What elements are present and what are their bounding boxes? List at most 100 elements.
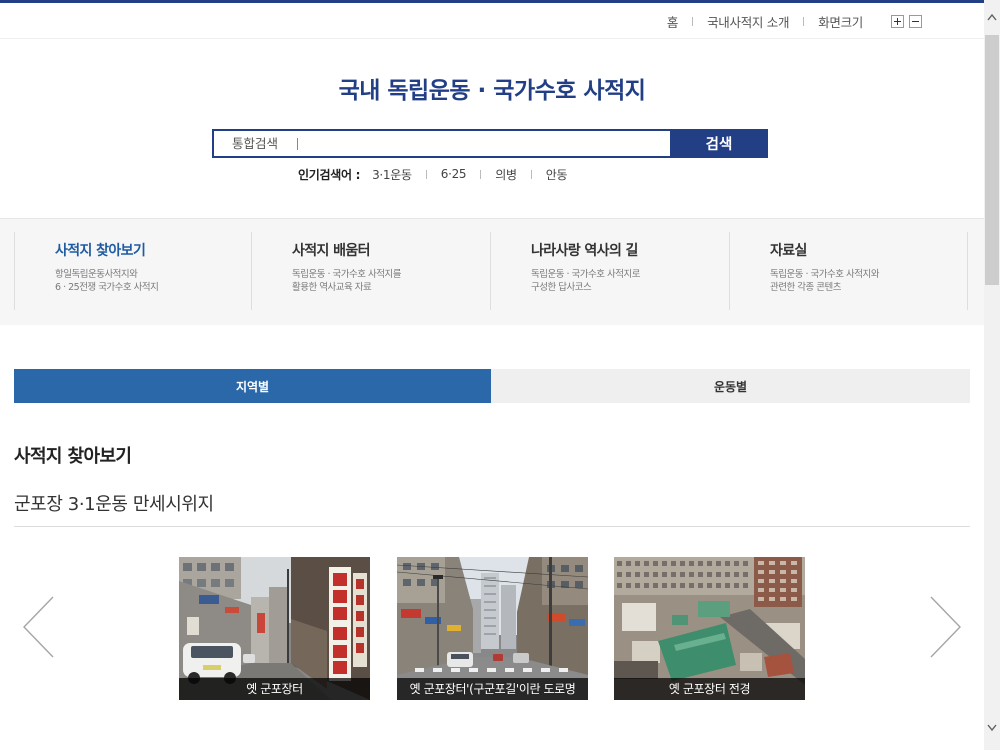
photo-crosswalk <box>541 668 550 672</box>
photo-window <box>707 572 712 577</box>
photo-window <box>225 579 234 587</box>
photo-window <box>698 583 703 588</box>
site-title[interactable]: 국내 독립운동 · 국가수호 사적지 <box>0 76 984 106</box>
scroll-up-arrow-stroke <box>987 13 997 21</box>
search-button[interactable]: 검색 <box>670 129 768 158</box>
photo-window <box>484 577 496 579</box>
home-link[interactable]: 홈 <box>667 12 679 31</box>
main-menu: 사적지 찾아보기 항일독립운동사적지와 6 · 25전쟁 국가수호 사적지 사적… <box>14 232 968 310</box>
photo-window <box>680 572 685 577</box>
popular-keywords-label: 인기검색어 : <box>298 167 361 182</box>
gallery-caption: 옛 군포장터 <box>179 678 370 700</box>
photo-window <box>653 583 658 588</box>
photo-window <box>662 561 667 566</box>
plus-icon <box>892 16 903 27</box>
menu-item-description-line: 관련한 각종 콘텐츠 <box>770 282 841 293</box>
photo-car-window <box>451 654 469 659</box>
photo-signboard <box>225 607 239 613</box>
chevron-left-stroke <box>23 596 54 658</box>
screen-size-label: 화면크기 <box>818 14 863 30</box>
photo-window <box>211 563 220 571</box>
photo-pole <box>437 575 439 669</box>
photo-window <box>417 579 425 586</box>
popular-keyword[interactable]: 안동 <box>546 166 568 183</box>
chevron-left-icon <box>23 596 54 658</box>
site-intro-link[interactable]: 국내사적지 소개 <box>707 12 789 31</box>
photo-window <box>484 617 496 619</box>
menu-item-title[interactable]: 사적지 찾아보기 <box>55 242 251 260</box>
photo-window <box>734 583 739 588</box>
gallery-item[interactable]: 옛 군포장터 전경 <box>614 557 805 700</box>
menu-item-title[interactable]: 나라사랑 역사의 길 <box>531 242 729 260</box>
chevron-right-icon <box>930 596 961 658</box>
gallery-item[interactable]: 옛 군포장터'(구군포길'이란 도로명 <box>397 557 588 700</box>
photo-crosswalk <box>451 668 460 672</box>
tab-movement[interactable]: 운동별 <box>491 369 970 403</box>
photo-window <box>662 572 667 577</box>
photo-window <box>780 579 786 583</box>
photo-window <box>689 572 694 577</box>
photo-sign-letter <box>333 590 347 603</box>
scrollbar-thumb[interactable] <box>985 35 999 285</box>
scroll-up-button[interactable] <box>984 9 1000 26</box>
photo-crosswalk <box>523 668 532 672</box>
zoom-out-button[interactable] <box>909 14 922 28</box>
utility-bar: 홈 국내사적지 소개 화면크기 <box>0 3 984 39</box>
photo-window <box>653 572 658 577</box>
utility-separator <box>803 16 805 26</box>
photo-signboard <box>187 617 199 635</box>
photo-car <box>513 653 529 663</box>
menu-item-site-search[interactable]: 사적지 찾아보기 항일독립운동사적지와 6 · 25전쟁 국가수호 사적지 <box>14 232 251 310</box>
photo-window <box>743 572 748 577</box>
gallery-next-button[interactable] <box>929 596 963 658</box>
photo-building <box>622 603 656 631</box>
gallery-item[interactable]: 옛 군포장터 <box>179 557 370 700</box>
photo-window <box>644 583 649 588</box>
photo-window <box>791 561 797 565</box>
menu-item-title[interactable]: 사적지 배움터 <box>292 242 490 260</box>
menu-item-learning[interactable]: 사적지 배움터 독립운동 · 국가수호 사적지를 활용한 역사교육 자료 <box>251 232 490 310</box>
popular-keyword[interactable]: 의병 <box>495 166 517 183</box>
photo-signboard <box>401 609 421 618</box>
menu-item-history-road[interactable]: 나라사랑 역사의 길 독립운동 · 국가수호 사적지로 구성한 답사코스 <box>490 232 729 310</box>
photo-window <box>403 579 411 586</box>
photo-window <box>689 561 694 566</box>
photo-sign-letter <box>333 573 347 586</box>
photo-window <box>653 561 658 566</box>
scroll-down-arrow-stroke <box>987 724 997 732</box>
search-scope-label[interactable]: 통합검색 <box>232 131 278 156</box>
photo-window <box>758 579 764 583</box>
photo-window <box>431 563 439 570</box>
photo-window <box>197 579 206 587</box>
photo-window <box>484 633 496 635</box>
photo-traffic-light <box>433 575 443 579</box>
photo-window <box>635 583 640 588</box>
vertical-scrollbar[interactable] <box>984 0 1000 750</box>
photo-window <box>725 561 730 566</box>
popular-keyword[interactable]: 6·25 <box>441 167 467 181</box>
scroll-down-button[interactable] <box>984 719 1000 736</box>
photo-window <box>734 572 739 577</box>
keyword-separator <box>480 169 482 179</box>
photo-window <box>484 593 496 595</box>
photo-signboard <box>569 619 585 626</box>
photo-window <box>561 565 569 572</box>
menu-item-title[interactable]: 자료실 <box>770 242 967 260</box>
photo-window <box>671 561 676 566</box>
photo-roof-green <box>698 601 730 617</box>
tab-region[interactable]: 지역별 <box>14 369 491 403</box>
photo-window <box>635 561 640 566</box>
photo-window <box>758 588 764 592</box>
photo-sign-letter <box>333 661 347 674</box>
photo-window <box>725 572 730 577</box>
search-input[interactable] <box>306 133 656 154</box>
photo-window <box>617 561 622 566</box>
popular-keyword[interactable]: 3·1운동 <box>372 166 412 183</box>
zoom-in-button[interactable] <box>891 14 904 28</box>
menu-item-description-line: 구성한 답사코스 <box>531 282 592 293</box>
photo-window <box>635 572 640 577</box>
menu-item-archive[interactable]: 자료실 독립운동 · 국가수호 사적지와 관련한 각종 콘텐츠 <box>729 232 968 310</box>
gallery-prev-button[interactable] <box>21 596 55 658</box>
photo-crosswalk <box>559 668 568 672</box>
photo-window <box>743 583 748 588</box>
